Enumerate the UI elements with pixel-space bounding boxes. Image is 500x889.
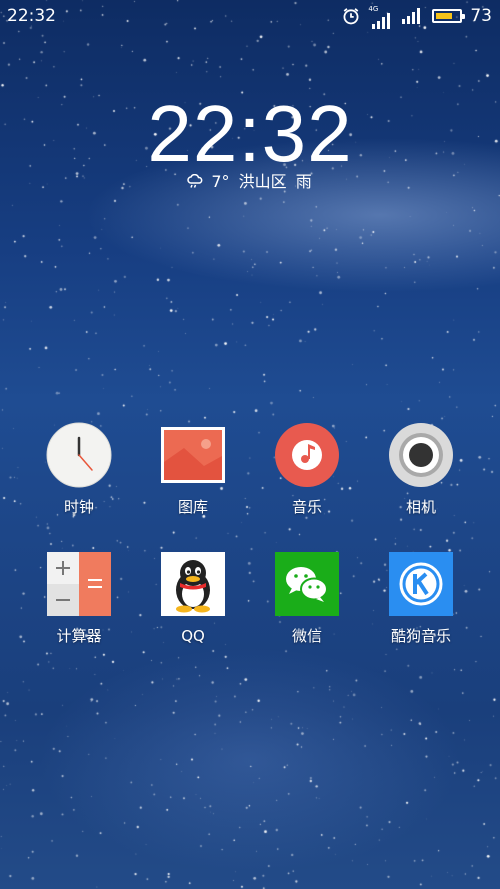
alarm-icon	[343, 8, 359, 25]
weather-temperature: 7°	[211, 172, 230, 191]
app-qq[interactable]: QQ	[143, 551, 243, 646]
qq-icon	[160, 551, 226, 617]
app-gallery[interactable]: 图库	[143, 422, 243, 517]
signal-4g-icon: 4G	[368, 5, 392, 29]
kugou-icon	[388, 551, 454, 617]
app-camera[interactable]: 相机	[371, 422, 471, 517]
app-label: 时钟	[63, 498, 94, 516]
weather-condition: 雨	[295, 172, 312, 191]
app-label: 图库	[177, 498, 208, 516]
app-wechat[interactable]: 微信	[257, 551, 357, 646]
battery-icon	[432, 9, 466, 23]
app-label: 音乐	[291, 498, 322, 516]
clock-icon	[46, 422, 112, 488]
status-time: 22:32	[7, 6, 56, 26]
signal-icon	[402, 8, 421, 24]
app-label: 微信	[291, 627, 322, 645]
camera-icon	[388, 422, 454, 488]
music-icon	[274, 422, 340, 488]
status-bar: 22:32 4G 73	[0, 0, 500, 32]
weather-location: 洪山区	[238, 172, 287, 191]
app-clock[interactable]: 时钟	[29, 422, 129, 517]
app-label: 酷狗音乐	[390, 627, 451, 645]
app-label: 计算器	[56, 627, 102, 645]
app-music[interactable]: 音乐	[257, 422, 357, 517]
app-kugou[interactable]: 酷狗音乐	[371, 551, 471, 646]
app-label: QQ	[181, 627, 205, 645]
calculator-icon	[46, 551, 112, 617]
rain-cloud-icon	[187, 174, 203, 188]
network-type: 4G	[368, 5, 379, 13]
gallery-icon	[160, 422, 226, 488]
app-label: 相机	[405, 498, 436, 516]
wechat-icon	[274, 551, 340, 617]
lockscreen-clock[interactable]: 22:32	[0, 88, 500, 180]
weather-widget[interactable]: 7° 洪山区 雨	[0, 171, 500, 193]
battery-percent: 73	[470, 6, 492, 26]
app-calculator[interactable]: 计算器	[29, 551, 129, 646]
